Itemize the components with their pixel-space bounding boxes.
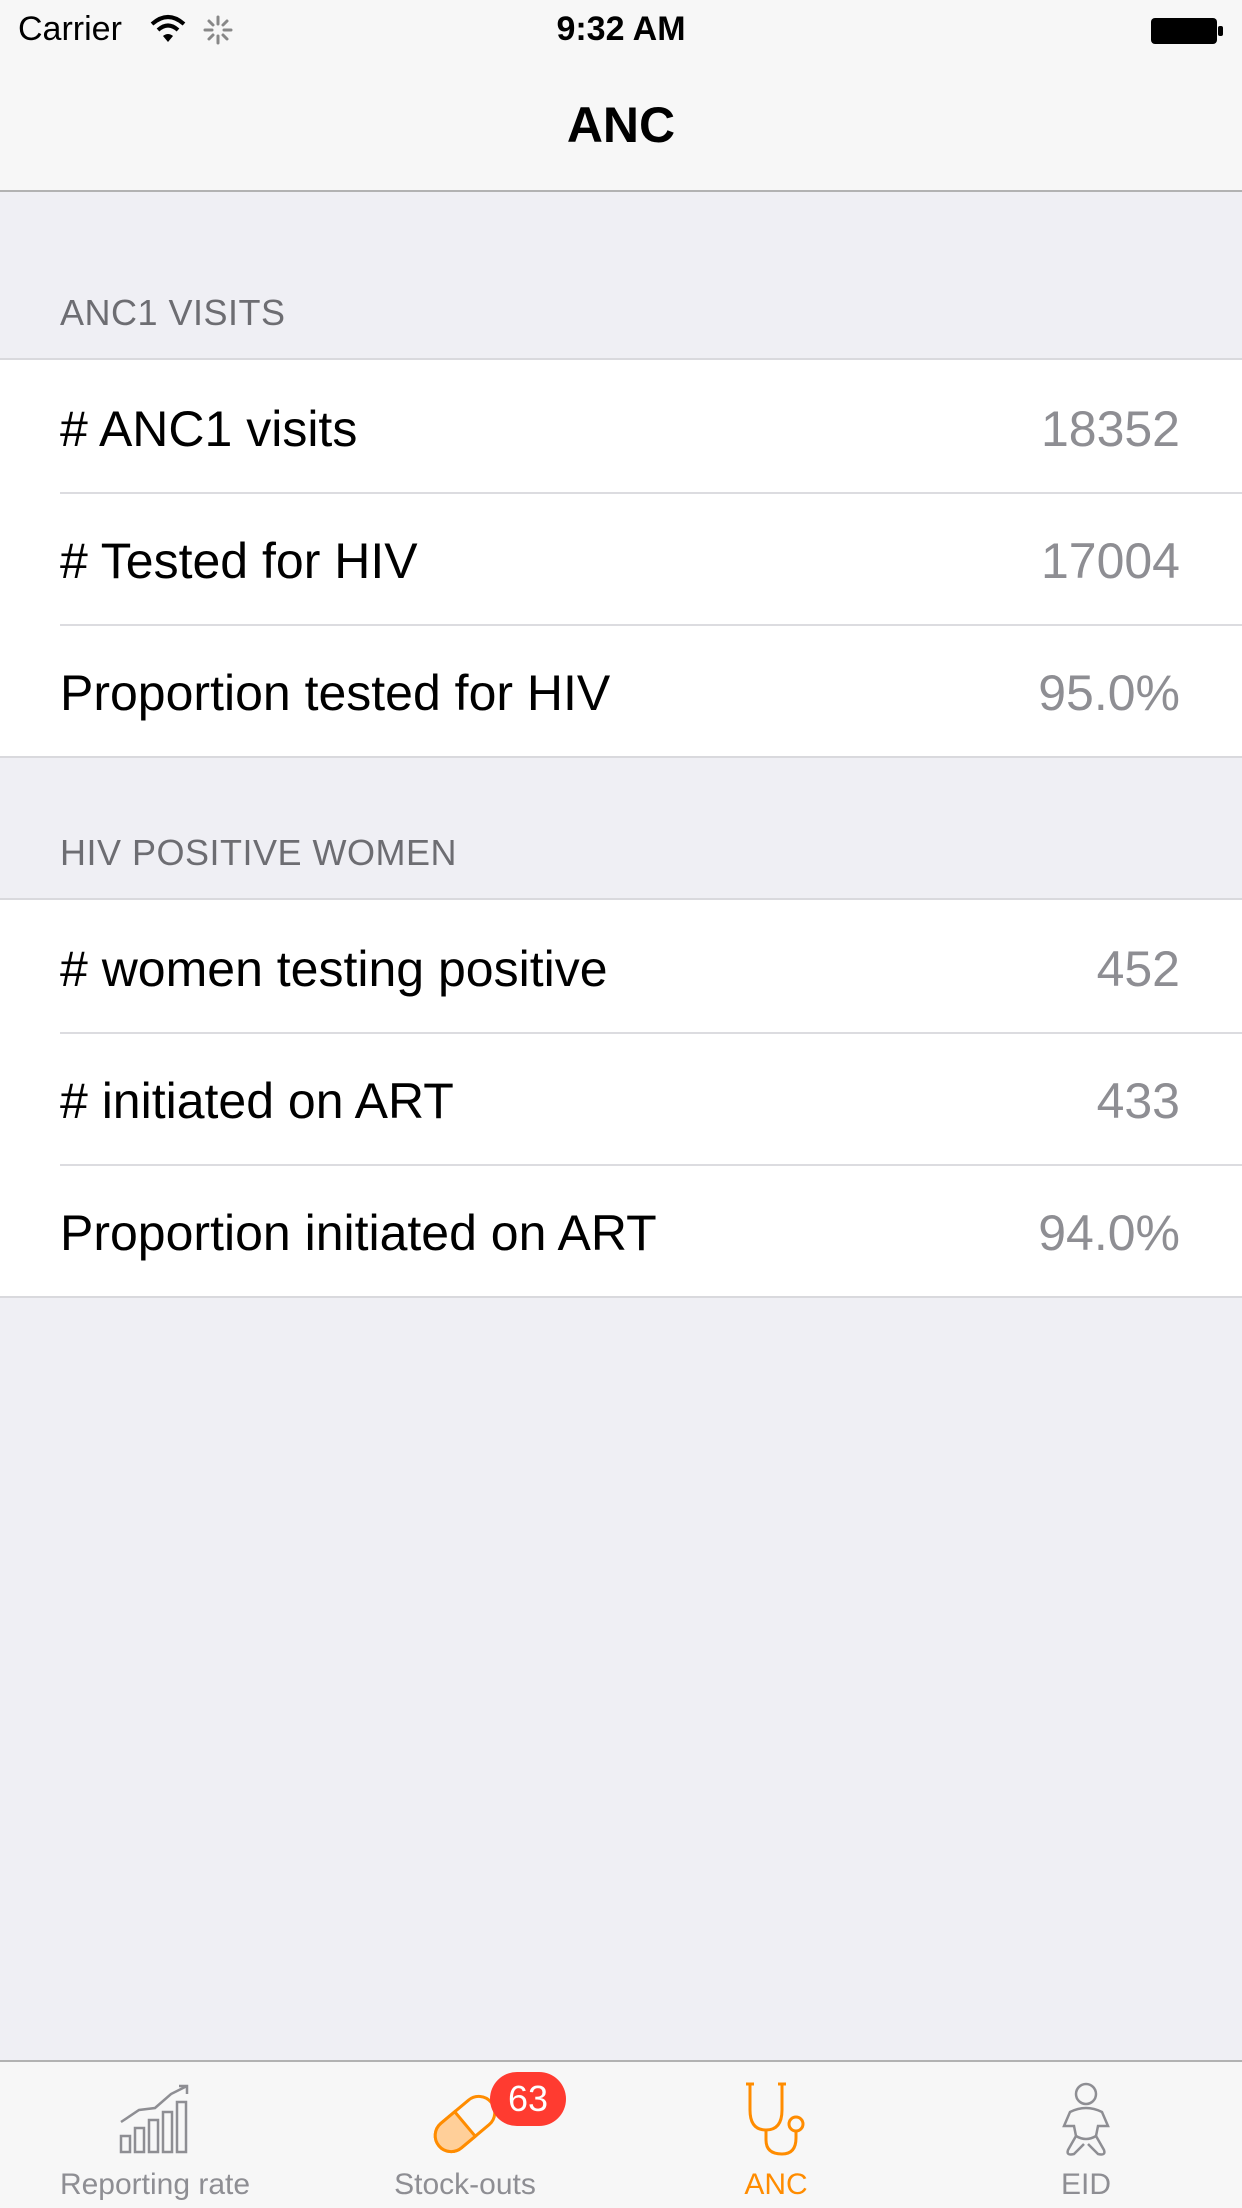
row-value: 94.0% [1038,1205,1180,1261]
tab-anc[interactable]: ANC [621,2062,931,2208]
row-value: 18352 [1040,401,1180,457]
status-time: 9:32 AM [556,10,686,48]
table-row[interactable]: # initiated on ART 433 [0,1032,1242,1164]
bar-chart-icon [119,2084,189,2154]
section-group-anc1-visits: # ANC1 visits 18352 # Tested for HIV 170… [0,358,1242,758]
stock-outs-badge: 63 [490,2072,566,2126]
tab-bar: Reporting rate Stock-outs ANC EID [0,2060,1242,2208]
section-header-anc1-visits: ANC1 VISITS [60,292,286,333]
row-label: # women testing positive [60,941,608,997]
row-label: Proportion initiated on ART [60,1205,657,1261]
table-row[interactable]: Proportion initiated on ART 94.0% [0,1164,1242,1296]
tab-label: Stock-outs [394,2168,536,2201]
row-label: # ANC1 visits [60,401,358,457]
screen: Carrier 9:32 AM ANC ANC1 VISITS # ANC1 v… [0,0,1242,2208]
page-title: ANC [566,97,676,153]
section-header-hiv-positive-women: HIV POSITIVE WOMEN [60,832,458,873]
tab-reporting-rate[interactable]: Reporting rate [0,2062,310,2208]
row-value: 95.0% [1038,665,1180,721]
row-label: Proportion tested for HIV [60,665,611,721]
tab-stock-outs[interactable]: Stock-outs [310,2062,620,2208]
navigation-bar: Carrier 9:32 AM ANC [0,0,1242,192]
row-value: 17004 [1040,533,1180,589]
row-value: 433 [1096,1073,1180,1129]
row-label: # Tested for HIV [60,533,418,589]
table-row[interactable]: # Tested for HIV 17004 [0,492,1242,624]
table-row[interactable]: Proportion tested for HIV 95.0% [0,624,1242,756]
battery-icon [1151,18,1223,44]
status-bar: Carrier 9:32 AM [0,0,1242,60]
baby-icon [1062,2082,1110,2156]
tab-label: EID [1060,2168,1111,2201]
row-value: 452 [1096,941,1180,997]
row-label: # initiated on ART [60,1073,454,1129]
stethoscope-icon [746,2082,805,2156]
table-row[interactable]: # women testing positive 452 [0,900,1242,1032]
table-row[interactable]: # ANC1 visits 18352 [0,360,1242,492]
tab-eid[interactable]: EID [931,2062,1241,2208]
tab-label: ANC [744,2168,808,2201]
tab-label: Reporting rate [59,2168,251,2201]
section-group-hiv-positive-women: # women testing positive 452 # initiated… [0,898,1242,1298]
